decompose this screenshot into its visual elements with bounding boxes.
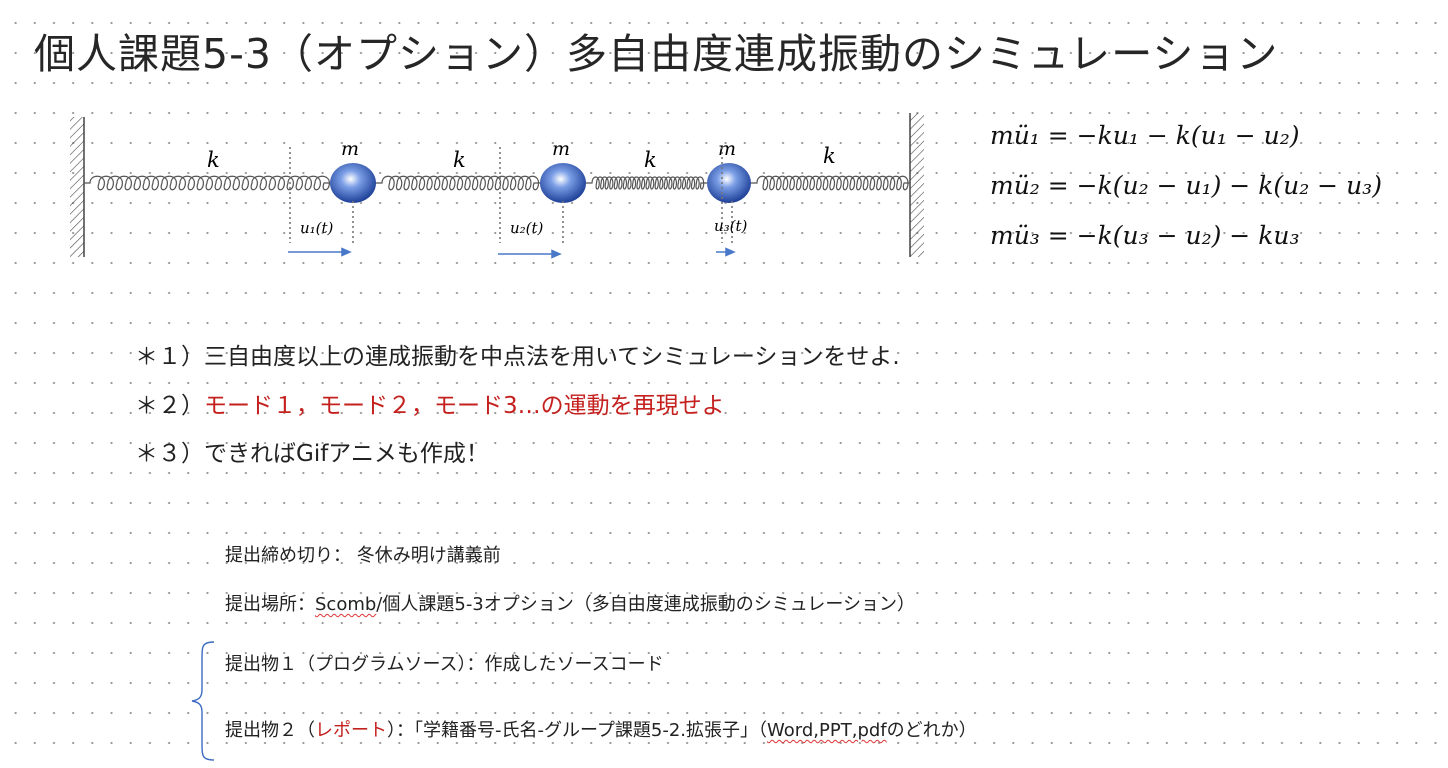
bullet-2-prefix: ＊２）: [135, 393, 204, 419]
equation-2: mü₂ = −k(u₂ − u₁) − k(u₂ − u₃): [990, 171, 1382, 200]
item2-prefix: 提出物２（: [225, 720, 315, 741]
displacement-arrows: [288, 247, 736, 259]
spring-label-4: k: [823, 144, 836, 168]
mass-ball-3: [707, 163, 751, 203]
mass-label-2: m: [552, 138, 570, 160]
submission-place: 提出場所：Scomb/個人課題5-3オプション（多自由度連成振動のシミュレーショ…: [225, 590, 915, 616]
item2-end: のどれか）: [886, 720, 977, 741]
submission-item-1: 提出物１（プログラムソース）：作成したソースコード: [225, 654, 664, 675]
task-bullet-1: ＊１）三自由度以上の連成振動を中点法を用いてシミュレーションをせよ.: [135, 337, 900, 371]
spring-3: [586, 176, 707, 190]
task-bullet-2: ＊２）モード１，モード２，モード3…の運動を再現せよ: [135, 386, 725, 420]
displacement-label-3: u₃(t): [714, 217, 748, 235]
displacement-label-2: u₂(t): [510, 219, 544, 237]
task-bullet-3: ＊３）できればGifアニメも作成！: [135, 434, 489, 468]
scomb-link[interactable]: Scomb: [315, 594, 376, 615]
mass-ball-1: [330, 163, 376, 203]
spring-label-3: k: [644, 148, 657, 172]
spring-label-1: k: [207, 148, 220, 172]
place-prefix: 提出場所：: [225, 594, 315, 615]
submission-item-2: 提出物２（レポート）：「学籍番号-氏名-グループ課題5-2.拡張子」（Word,…: [225, 716, 977, 742]
curly-brace: [191, 641, 215, 761]
bullet-3-text: できればGifアニメも作成！: [204, 441, 489, 467]
equation-3: mü₃ = −k(u₃ − u₂) − ku₃: [990, 221, 1300, 250]
bullet-3-prefix: ＊３）: [135, 441, 204, 467]
page-title: 個人課題5-3（オプション）多自由度連成振動のシミュレーション: [34, 30, 1279, 78]
item2-formats: Word,PPT,pdf: [767, 720, 887, 741]
displacement-label-1: u₁(t): [300, 219, 334, 237]
equation-1: mü₁ = −ku₁ − k(u₁ − u₂): [990, 121, 1300, 150]
left-wall: [70, 117, 85, 257]
right-wall: [909, 113, 924, 257]
mass-label-3: m: [718, 138, 736, 160]
bullet-2-text: モード１，モード２，モード3…の運動を再現せよ: [204, 393, 725, 419]
bullet-1-prefix: ＊１）: [135, 344, 204, 370]
spring-2: [376, 175, 540, 191]
item2-mid: ）：「学籍番号-氏名-グループ課題5-2.拡張子」（: [387, 720, 768, 741]
submission-deadline: 提出締め切り： 冬休み明け講義前: [225, 545, 501, 566]
spring-label-2: k: [453, 148, 466, 172]
spring-mass-diagram: k k k k m m m u₁(t) u₂(t) u₃(t): [70, 113, 924, 259]
item2-report: レポート: [315, 720, 387, 741]
place-rest: /個人課題5-3オプション（多自由度連成振動のシミュレーション）: [376, 594, 916, 615]
spring-1: [84, 175, 331, 191]
mass-label-1: m: [341, 138, 359, 160]
mass-ball-2: [540, 163, 586, 203]
bullet-1-text: 三自由度以上の連成振動を中点法を用いてシミュレーションをせよ.: [204, 344, 900, 370]
spring-4: [751, 175, 910, 191]
